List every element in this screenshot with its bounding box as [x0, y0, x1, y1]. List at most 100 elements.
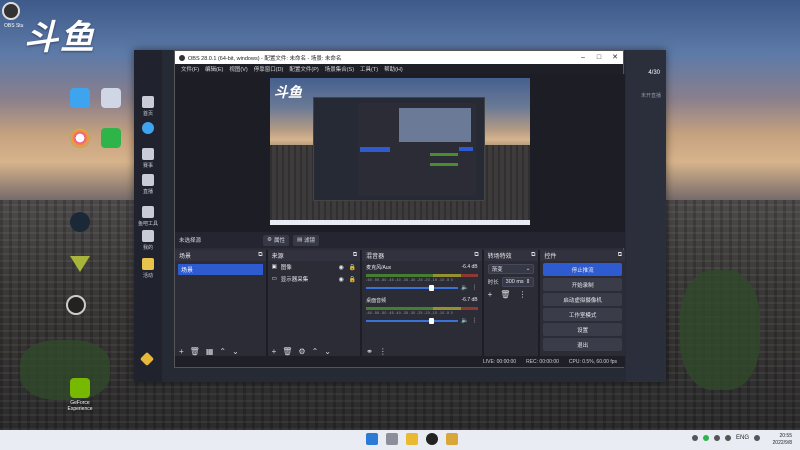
- filter-scene-icon[interactable]: ▦: [206, 347, 214, 356]
- trophy-icon[interactable]: [142, 148, 154, 160]
- windows-start-icon[interactable]: [366, 433, 378, 445]
- move-down-icon[interactable]: ⌄: [232, 347, 239, 356]
- controls-title: 控件: [544, 254, 557, 260]
- more-icon[interactable]: ⋮: [472, 284, 478, 291]
- speaker-icon[interactable]: 🔈: [461, 317, 468, 324]
- menu-profile[interactable]: 配置文件(P): [289, 65, 318, 73]
- transition-type: 渐变: [491, 267, 503, 273]
- menu-file[interactable]: 文件(F): [181, 65, 199, 73]
- minimize-button[interactable]: –: [575, 51, 591, 64]
- move-down-icon[interactable]: ⌄: [324, 347, 331, 356]
- source-item-image[interactable]: ▣ 图像 ◉ 🔒: [268, 261, 361, 273]
- eye-icon[interactable]: ◉: [338, 276, 343, 283]
- source-toolbar: 未选择源 ⚙ 属性 ▤ 滤镜: [175, 232, 625, 248]
- edge-icon[interactable]: [142, 122, 154, 134]
- dock-float-icon[interactable]: ⧉: [474, 252, 478, 259]
- add-scene-icon[interactable]: +: [179, 347, 184, 356]
- volume-slider[interactable]: [366, 284, 459, 291]
- menu-edit[interactable]: 编辑(E): [205, 65, 223, 73]
- gear-icon: ⚙: [267, 237, 272, 243]
- clock[interactable]: 20:55 2022/9/8: [773, 433, 792, 447]
- app-icon-1[interactable]: [70, 128, 90, 148]
- obs-icon[interactable]: [66, 295, 86, 315]
- volume-slider[interactable]: [366, 317, 459, 324]
- monitor-icon[interactable]: [142, 174, 154, 186]
- dock-float-icon[interactable]: ⧉: [353, 252, 357, 259]
- lock-icon[interactable]: 🔒: [349, 264, 356, 271]
- stream-preview[interactable]: 斗鱼: [270, 78, 530, 225]
- remove-source-icon[interactable]: 🗑: [282, 347, 292, 356]
- tray-icon[interactable]: [691, 435, 698, 441]
- scenes-footer: + 🗑 ▦ ⌃ ⌄: [175, 346, 266, 356]
- duration-input[interactable]: 300 ms ⇕: [501, 277, 535, 287]
- rec-time: REC: 00:00:00: [526, 358, 559, 365]
- scene-item[interactable]: 场景: [178, 264, 263, 275]
- user-counter[interactable]: 4/30: [648, 70, 660, 76]
- obs-window: OBS 28.0.1 (64-bit, windows) - 配置文件: 未命名…: [174, 50, 625, 368]
- menu-view[interactable]: 视图(V): [229, 65, 247, 73]
- folder-icon[interactable]: [406, 433, 418, 445]
- sources-footer: + 🗑 ⚙ ⌃ ⌄: [268, 346, 361, 356]
- properties-button[interactable]: ⚙ 属性: [263, 234, 289, 246]
- volume-knob[interactable]: [428, 284, 434, 291]
- studio-mode-button[interactable]: 工作室模式: [543, 308, 622, 321]
- speaker-icon[interactable]: 🔈: [461, 284, 468, 291]
- file-explorer-icon[interactable]: [386, 433, 398, 445]
- notification-icon[interactable]: [754, 435, 760, 441]
- dock-float-icon[interactable]: ⧉: [258, 252, 262, 259]
- add-transition-icon[interactable]: +: [488, 290, 493, 299]
- obs-taskbar-icon[interactable]: [426, 433, 438, 445]
- dock-float-icon[interactable]: ⧉: [618, 252, 622, 259]
- remove-scene-icon[interactable]: 🗑: [190, 347, 200, 356]
- transition-select[interactable]: 渐变 ⌄: [487, 264, 535, 274]
- steam-icon[interactable]: [70, 212, 90, 232]
- volume-icon[interactable]: [724, 435, 731, 441]
- language-indicator[interactable]: ENG: [736, 435, 749, 441]
- menu-scene-collection[interactable]: 场景集合(S): [325, 65, 354, 73]
- douyu-right-panel: 4/30 未开直播: [626, 50, 666, 382]
- sidebar-label-live: 直播: [142, 189, 153, 195]
- home-icon[interactable]: [142, 96, 154, 108]
- douyu-taskbar-icon[interactable]: [446, 433, 458, 445]
- eye-icon[interactable]: ◉: [338, 264, 343, 271]
- wifi-icon[interactable]: [713, 435, 720, 441]
- computer-icon[interactable]: [70, 88, 90, 108]
- add-source-icon[interactable]: +: [272, 347, 277, 356]
- geforce-icon[interactable]: [70, 378, 90, 398]
- virtual-camera-button[interactable]: 启动虚拟摄像机: [543, 293, 622, 306]
- more-icon[interactable]: ⋮: [518, 290, 526, 299]
- dock-float-icon[interactable]: ⧉: [531, 252, 535, 259]
- activity-icon[interactable]: [142, 258, 154, 270]
- start-recording-button[interactable]: 开始录制: [543, 278, 622, 291]
- menu-tools[interactable]: 工具(T): [360, 65, 378, 73]
- exit-button[interactable]: 退出: [543, 338, 622, 351]
- volume-knob[interactable]: [428, 317, 434, 324]
- move-up-icon[interactable]: ⌃: [312, 347, 319, 356]
- app-icon-2[interactable]: [101, 128, 121, 148]
- menu-docks[interactable]: 停靠窗口(D): [254, 65, 284, 73]
- source-settings-icon[interactable]: ⚙: [298, 347, 305, 356]
- sidebar-label-tools: 鱼吧工具: [137, 221, 158, 227]
- preview-nested-window: [313, 97, 485, 201]
- maximize-button[interactable]: □: [591, 51, 607, 64]
- mixer-dock: 混音器 ⧉ 麦克风/Aux -6.4 dB -60 -55 -50 -45 -40 …: [362, 250, 482, 358]
- scenes-title: 场景: [179, 254, 192, 260]
- close-button[interactable]: ✕: [607, 51, 623, 64]
- tools-icon[interactable]: [142, 206, 154, 218]
- recycle-bin-icon[interactable]: [101, 88, 121, 108]
- move-up-icon[interactable]: ⌃: [219, 347, 226, 356]
- diamond-icon[interactable]: [139, 351, 155, 367]
- source-item-display[interactable]: ▭ 显示器采集 ◉ 🔒: [268, 273, 361, 285]
- menu-help[interactable]: 帮助(H): [384, 65, 403, 73]
- more-icon[interactable]: ⋮: [472, 317, 478, 324]
- stop-streaming-button[interactable]: 停止推流: [543, 263, 622, 276]
- gift-icon[interactable]: [142, 230, 154, 242]
- remove-transition-icon[interactable]: 🗑: [500, 290, 510, 299]
- lock-icon[interactable]: 🔒: [349, 276, 356, 283]
- tray-icon[interactable]: [702, 435, 709, 441]
- filters-button[interactable]: ▤ 滤镜: [292, 234, 320, 246]
- transitions-header: 转场特效 ⧉: [483, 250, 539, 261]
- settings-button[interactable]: 设置: [543, 323, 622, 336]
- link-icon[interactable]: ⚭: [366, 347, 373, 356]
- more-icon[interactable]: ⋮: [379, 347, 387, 356]
